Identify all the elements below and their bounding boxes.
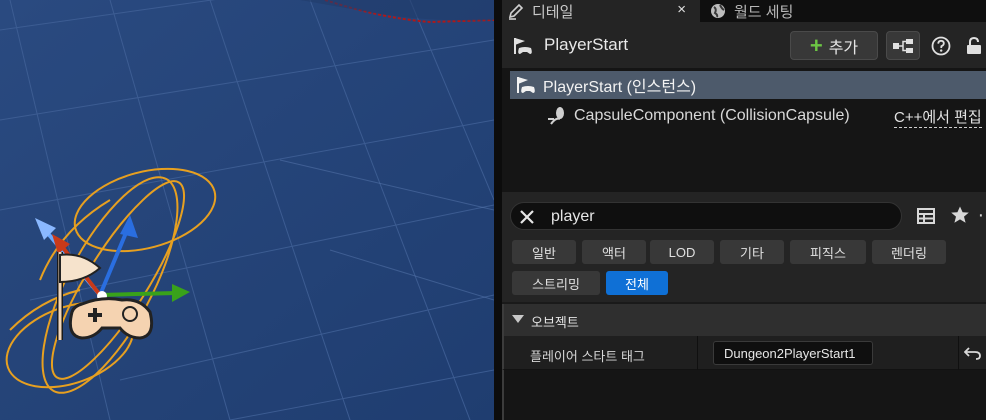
filter-label: 피직스: [810, 245, 846, 261]
filter-label: 액터: [602, 245, 626, 261]
close-icon[interactable]: ×: [677, 1, 686, 18]
filter-label: 스트리밍: [532, 276, 580, 292]
player-start-icon: [512, 36, 534, 56]
clear-search-icon[interactable]: [517, 207, 537, 227]
category-object-header[interactable]: 오브젝트: [502, 304, 986, 336]
tab-details-label: 디테일: [532, 3, 574, 21]
tree-row-playerstart[interactable]: PlayerStart (인스턴스): [510, 71, 986, 99]
column-divider[interactable]: [697, 336, 698, 370]
filter-label: 렌더링: [891, 245, 927, 261]
viewport-scene: [0, 0, 494, 420]
add-component-button[interactable]: + 추가: [790, 31, 878, 60]
edit-in-cpp-link[interactable]: C++에서 편집: [894, 106, 982, 128]
actor-name: PlayerStart: [544, 35, 629, 54]
favorite-star-icon[interactable]: [950, 205, 972, 227]
blueprint-hierarchy-icon: [893, 38, 913, 53]
filter-general[interactable]: 일반: [512, 240, 576, 264]
plus-icon: +: [809, 32, 823, 58]
level-viewport[interactable]: [0, 0, 494, 420]
lock-button[interactable]: [962, 35, 986, 57]
details-panel: 디테일 × 월드 세팅 PlayerStart + 추가 PlayerStart…: [502, 0, 986, 420]
help-button[interactable]: [930, 35, 952, 57]
panel-splitter[interactable]: [494, 0, 502, 420]
filter-label: LOD: [668, 244, 696, 260]
tree-row-label: CapsuleComponent (CollisionCapsule): [574, 107, 850, 124]
blueprint-hierarchy-button[interactable]: [886, 31, 920, 60]
reset-to-default-icon[interactable]: [963, 345, 982, 361]
actor-header: PlayerStart + 추가: [502, 22, 986, 68]
filter-label: 기타: [740, 245, 764, 261]
details-empty-area: [502, 370, 986, 420]
add-button-label: 추가: [828, 39, 859, 57]
table-view-icon[interactable]: [916, 206, 938, 228]
help-icon: [931, 36, 951, 56]
pencil-icon: [506, 1, 526, 21]
filter-label: 전체: [625, 276, 649, 292]
capsule-component-icon: [546, 105, 568, 127]
property-label: 플레이어 스타트 태그: [530, 349, 645, 364]
filter-streaming[interactable]: 스트리밍: [512, 271, 600, 295]
tab-world-settings[interactable]: 월드 세팅: [702, 0, 986, 22]
filter-lod[interactable]: LOD: [650, 240, 714, 264]
lock-icon: [967, 36, 981, 54]
category-label: 오브젝트: [531, 315, 579, 330]
globe-icon: [708, 1, 728, 21]
tree-row-label: PlayerStart (인스턴스): [543, 79, 697, 96]
search-input[interactable]: [551, 206, 891, 228]
filter-rendering[interactable]: 렌더링: [872, 240, 946, 264]
column-divider: [958, 336, 959, 370]
tab-bar: 디테일 × 월드 세팅: [502, 0, 986, 22]
player-start-tag-field[interactable]: [713, 341, 873, 365]
filter-label: 일반: [532, 245, 556, 261]
player-start-icon: [515, 75, 537, 95]
property-row-player-start-tag: 플레이어 스타트 태그: [502, 336, 986, 370]
filter-actor[interactable]: 액터: [582, 240, 646, 264]
search-and-filter-bar: ‧ 일반 액터 LOD 기타 피직스 렌더링 스트리밍 전체: [502, 192, 986, 302]
filter-all[interactable]: 전체: [606, 271, 668, 295]
filter-misc[interactable]: 기타: [720, 240, 784, 264]
more-options-icon[interactable]: ‧: [978, 207, 986, 226]
tab-details[interactable]: 디테일 ×: [502, 0, 700, 22]
tab-world-settings-label: 월드 세팅: [734, 3, 794, 21]
filter-physics[interactable]: 피직스: [790, 240, 866, 264]
expand-arrow-icon: [512, 315, 524, 323]
search-box: [510, 202, 902, 230]
component-tree: PlayerStart (인스턴스) CapsuleComponent (Col…: [502, 68, 986, 192]
